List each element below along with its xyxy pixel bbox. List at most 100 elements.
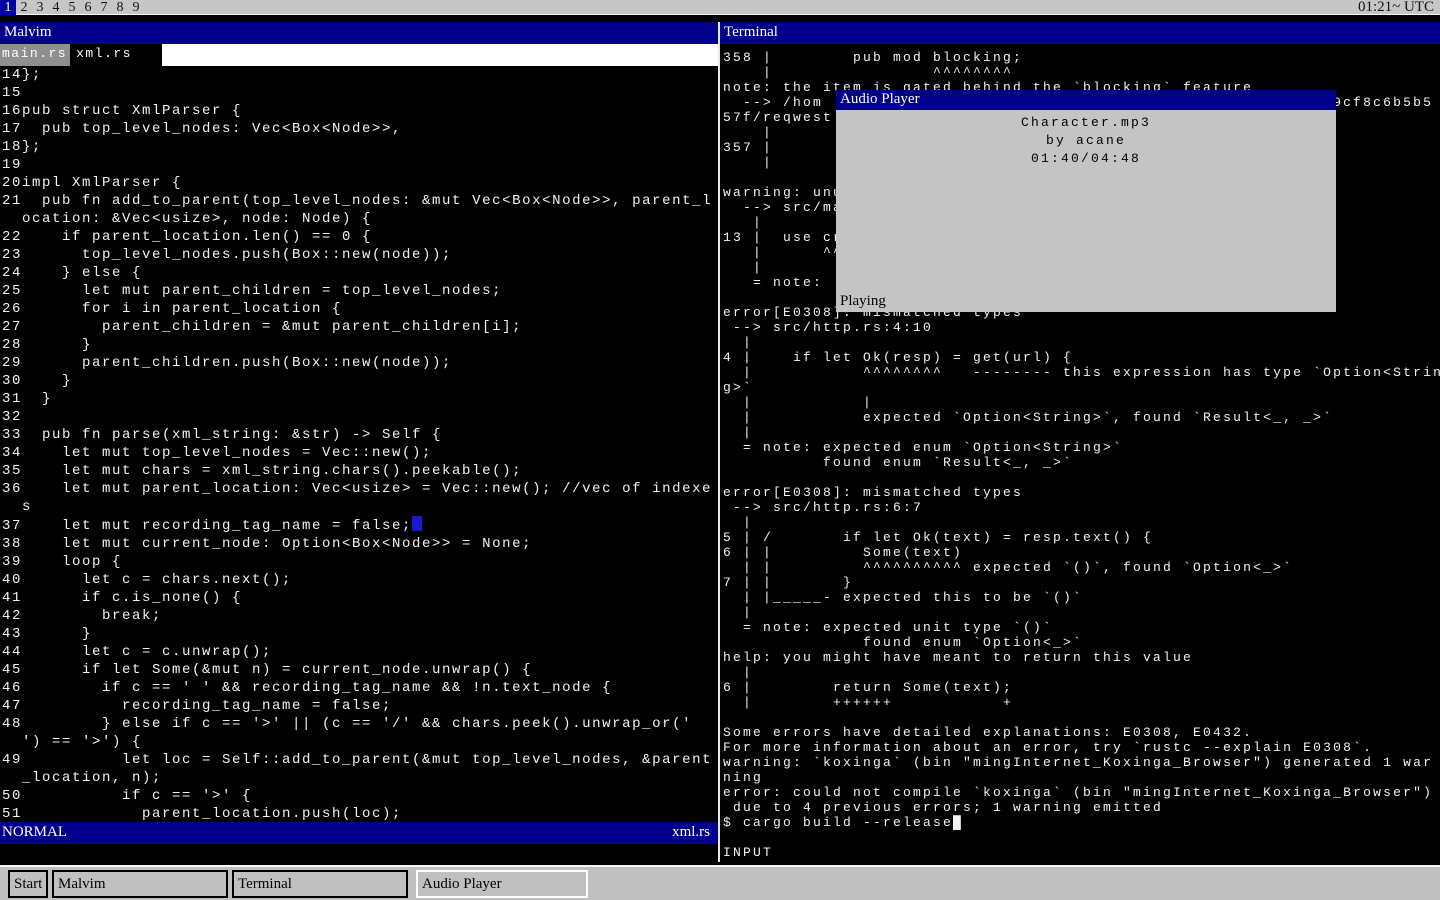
terminal-row-34: 6 | | Some(text)	[723, 545, 1440, 560]
editor-line-48: 48 } else if c == '>' || (c == '/' && ch…	[2, 715, 716, 751]
terminal-row-51: due to 4 previous errors; 1 warning emit…	[723, 800, 1440, 815]
terminal-row-49: ning	[723, 770, 1440, 785]
workspace-6[interactable]: 6	[80, 0, 96, 15]
workspace-5[interactable]: 5	[64, 0, 80, 15]
terminal-row-48: warning: `koxinga` (bin "mingInternet_Ko…	[723, 755, 1440, 770]
track-artist: by acane	[836, 132, 1336, 150]
tab-main-rs[interactable]: main.rs	[0, 44, 70, 66]
terminal-row-35: | | ^^^^^^^^^^ expected `()`, found `Opt…	[723, 560, 1440, 575]
terminal-row-47: For more information about an error, try…	[723, 740, 1440, 755]
terminal-row-22: | ^^^^^^^^ -------- this expression has …	[723, 365, 1440, 380]
editor-line-51: 51 parent_location.push(loc);	[2, 805, 716, 822]
terminal-row-30: error[E0308]: mismatched types	[723, 485, 1440, 500]
editor-line-25: 25 let mut parent_children = top_level_n…	[2, 282, 716, 300]
editor-line-27: 27 parent_children = &mut parent_childre…	[2, 318, 716, 336]
editor-line-31: 31 }	[2, 390, 716, 408]
editor-line-32: 32	[2, 408, 716, 426]
editor-line-37: 37 let mut recording_tag_name = false;	[2, 516, 716, 535]
editor-line-41: 41 if c.is_none() {	[2, 589, 716, 607]
terminal-row-44: | ++++++ +	[723, 695, 1440, 710]
terminal-row-40: found enum `Option<_>`	[723, 635, 1440, 650]
taskbar: Start MalvimTerminal Audio Player	[0, 865, 1440, 900]
terminal-row-27: = note: expected enum `Option<String>`	[723, 440, 1440, 455]
terminal-row-2: | ^^^^^^^^	[723, 65, 1440, 80]
editor-line-33: 33 pub fn parse(xml_string: &str) -> Sel…	[2, 426, 716, 444]
editor-line-29: 29 parent_children.push(Box::new(node));	[2, 354, 716, 372]
editor-cursor	[412, 516, 422, 531]
editor-line-44: 44 let c = c.unwrap();	[2, 643, 716, 661]
terminal-row-25: | expected `Option<String>`, found `Resu…	[723, 410, 1440, 425]
audio-player-titlebar[interactable]: Audio Player	[836, 90, 1336, 110]
audio-player-window: Audio Player Character.mp3 by acane 01:4…	[836, 90, 1336, 312]
track-name: Character.mp3	[836, 114, 1336, 132]
workspace-3[interactable]: 3	[32, 0, 48, 15]
editor-line-50: 50 if c == '>' {	[2, 787, 716, 805]
malvim-window: Malvim main.rs xml.rs 14};1516pub struct…	[0, 22, 720, 862]
terminal-row-53	[723, 830, 1440, 845]
editor-line-22: 22 if parent_location.len() == 0 {	[2, 228, 716, 246]
editor-line-40: 40 let c = chars.next();	[2, 571, 716, 589]
editor-line-46: 46 if c == ' ' && recording_tag_name && …	[2, 679, 716, 697]
editor-line-38: 38 let mut current_node: Option<Box<Node…	[2, 535, 716, 553]
terminal-row-26: |	[723, 425, 1440, 440]
clock: 01:21~ UTC	[1358, 0, 1434, 14]
statusbar-filename: xml.rs	[672, 822, 710, 844]
terminal-row-43: 6 | return Some(text);	[723, 680, 1440, 695]
editor-line-19: 19	[2, 156, 716, 174]
tab-xml-rs[interactable]: xml.rs	[70, 44, 162, 66]
editor-line-30: 30 }	[2, 372, 716, 390]
taskbar-button-terminal[interactable]: Terminal	[232, 870, 408, 898]
terminal-row-29	[723, 470, 1440, 485]
workspace-1[interactable]: 1	[0, 0, 16, 15]
editor-line-47: 47 recording_tag_name = false;	[2, 697, 716, 715]
terminal-row-28: found enum `Result<_, _>`	[723, 455, 1440, 470]
editor-line-20: 20impl XmlParser {	[2, 174, 716, 192]
editor-line-43: 43 }	[2, 625, 716, 643]
workspace-bar: 123456789 01:21~ UTC	[0, 0, 1440, 15]
workspace-7[interactable]: 7	[96, 0, 112, 15]
tabbar-filler	[162, 44, 718, 66]
editor-line-23: 23 top_level_nodes.push(Box::new(node));	[2, 246, 716, 264]
editor-line-36: 36 let mut parent_location: Vec<usize> =…	[2, 480, 716, 516]
terminal-row-21: 4 | if let Ok(resp) = get(url) {	[723, 350, 1440, 365]
terminal-row-36: 7 | | }	[723, 575, 1440, 590]
editor-line-49: 49 let loc = Self::add_to_parent(&mut to…	[2, 751, 716, 787]
start-button[interactable]: Start	[8, 870, 48, 898]
terminal-row-41: help: you might have meant to return thi…	[723, 650, 1440, 665]
workspace-9[interactable]: 9	[128, 0, 144, 15]
vim-mode-indicator: NORMAL	[2, 822, 67, 844]
audio-player-title: Audio Player	[840, 91, 920, 107]
terminal-row-46: Some errors have detailed explanations: …	[723, 725, 1440, 740]
terminal-row-24: | |	[723, 395, 1440, 410]
editor-line-28: 28 }	[2, 336, 716, 354]
workspace-4[interactable]: 4	[48, 0, 64, 15]
malvim-statusbar: NORMAL xml.rs	[0, 822, 718, 844]
playback-status: Playing	[840, 293, 886, 310]
editor-line-45: 45 if let Some(&mut n) = current_node.un…	[2, 661, 716, 679]
editor-line-35: 35 let mut chars = xml_string.chars().pe…	[2, 462, 716, 480]
editor-line-39: 39 loop {	[2, 553, 716, 571]
workspace-8[interactable]: 8	[112, 0, 128, 15]
terminal-row-20: |	[723, 335, 1440, 350]
editor-line-17: 17 pub top_level_nodes: Vec<Box<Node>>,	[2, 120, 716, 138]
editor-line-15: 15	[2, 84, 716, 102]
editor-line-21: 21 pub fn add_to_parent(top_level_nodes:…	[2, 192, 716, 228]
terminal-row-37: | |_____- expected this to be `()`	[723, 590, 1440, 605]
taskbar-button-malvim[interactable]: Malvim	[52, 870, 228, 898]
terminal-title: Terminal	[724, 24, 778, 40]
terminal-row-39: = note: expected unit type `()`	[723, 620, 1440, 635]
terminal-row-42: |	[723, 665, 1440, 680]
workspace-2[interactable]: 2	[16, 0, 32, 15]
terminal-row-45	[723, 710, 1440, 725]
editor-line-16: 16pub struct XmlParser {	[2, 102, 716, 120]
terminal-titlebar[interactable]: Terminal	[720, 22, 1440, 44]
malvim-tabbar: main.rs xml.rs	[0, 44, 718, 66]
taskbar-button-audio-player[interactable]: Audio Player	[416, 870, 588, 898]
editor-line-14: 14};	[2, 66, 716, 84]
editor-area[interactable]: 14};1516pub struct XmlParser {17 pub top…	[0, 66, 718, 822]
terminal-row-31: --> src/http.rs:6:7	[723, 500, 1440, 515]
malvim-title: Malvim	[4, 24, 52, 40]
editor-line-34: 34 let mut top_level_nodes = Vec::new();	[2, 444, 716, 462]
malvim-titlebar[interactable]: Malvim	[0, 22, 718, 44]
editor-line-26: 26 for i in parent_location {	[2, 300, 716, 318]
